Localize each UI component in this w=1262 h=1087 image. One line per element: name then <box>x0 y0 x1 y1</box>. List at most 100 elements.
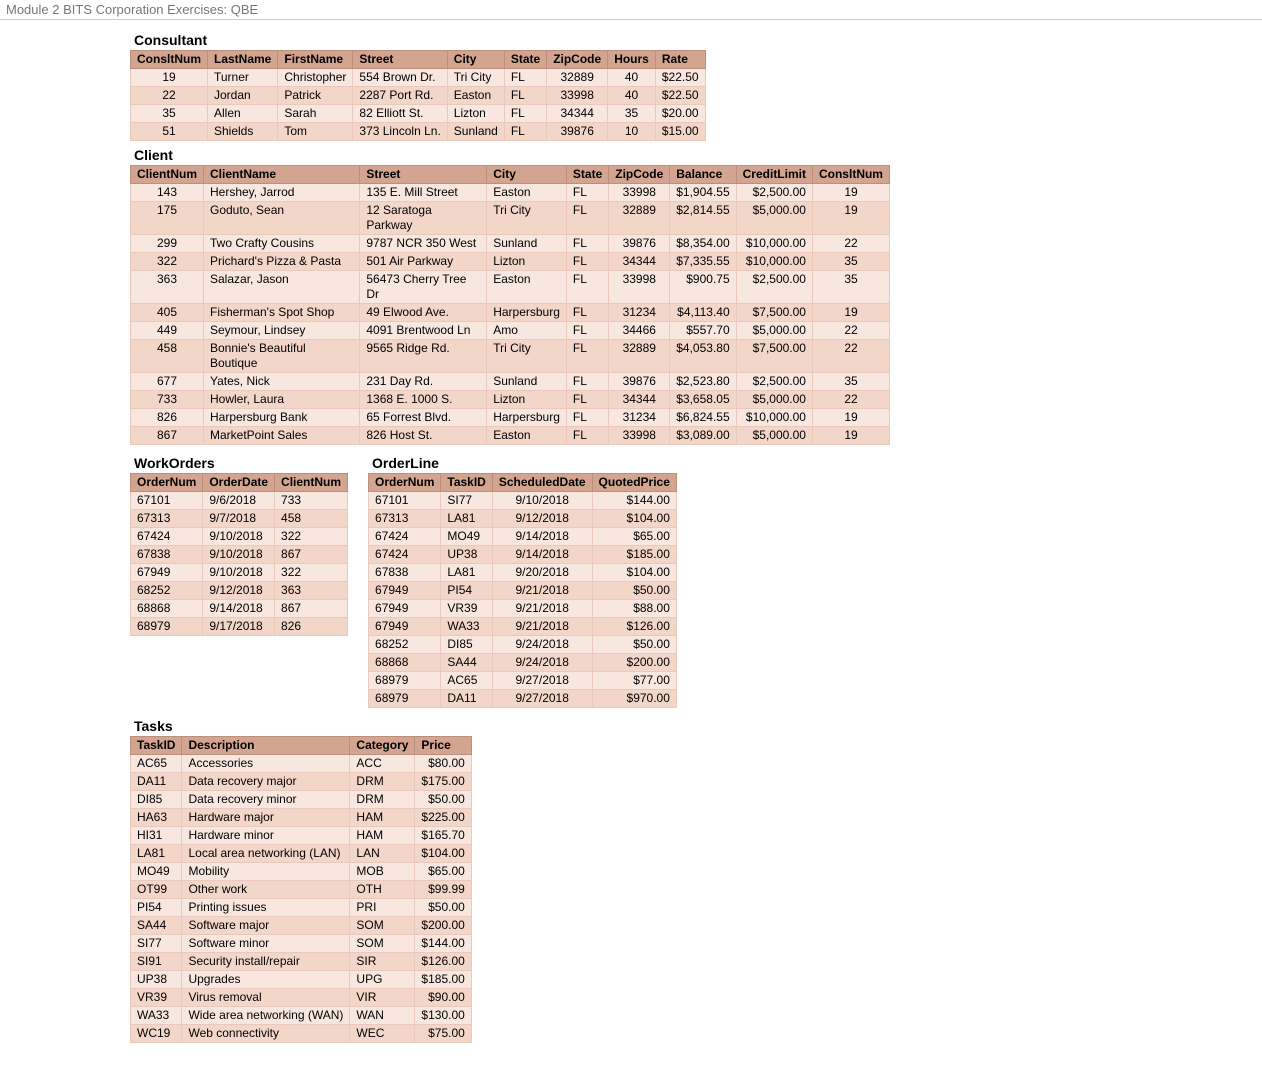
orderline-cell: LA81 <box>441 510 492 528</box>
client-cell: 322 <box>131 253 204 271</box>
consultant-cell: Lizton <box>447 105 504 123</box>
client-cell: Fisherman's Spot Shop <box>204 304 360 322</box>
client-cell: FL <box>566 271 608 304</box>
client-cell: 22 <box>812 235 889 253</box>
workorders-cell: 322 <box>275 564 348 582</box>
client-cell: Salazar, Jason <box>204 271 360 304</box>
tasks-table: TaskIDDescriptionCategoryPrice AC65Acces… <box>130 736 472 1043</box>
orderline-cell: 67101 <box>369 492 441 510</box>
tasks-cell: Upgrades <box>182 971 350 989</box>
client-cell: Lizton <box>487 253 567 271</box>
orderline-header-cell: TaskID <box>441 474 492 492</box>
table-row: 67949PI549/21/2018$50.00 <box>369 582 677 600</box>
client-cell: $2,814.55 <box>670 202 736 235</box>
table-row: 22JordanPatrick2287 Port Rd.EastonFL3399… <box>131 87 706 105</box>
consultant-header-cell: Hours <box>608 51 656 69</box>
consultant-cell: 19 <box>131 69 208 87</box>
consultant-table: ConsltNumLastNameFirstNameStreetCityStat… <box>130 50 706 141</box>
client-cell: Easton <box>487 184 567 202</box>
tasks-cell: HI31 <box>131 827 182 845</box>
table-row: 67949WA339/21/2018$126.00 <box>369 618 677 636</box>
table-row: 673139/7/2018458 <box>131 510 348 528</box>
consultant-cell: 35 <box>608 105 656 123</box>
tasks-header-cell: Description <box>182 737 350 755</box>
table-row: 405Fisherman's Spot Shop49 Elwood Ave.Ha… <box>131 304 890 322</box>
table-row: 671019/6/2018733 <box>131 492 348 510</box>
orderline-cell: 9/20/2018 <box>492 564 592 582</box>
client-cell: 9565 Ridge Rd. <box>360 340 487 373</box>
table-row: 458Bonnie's Beautiful Boutique9565 Ridge… <box>131 340 890 373</box>
client-cell: Harpersburg <box>487 304 567 322</box>
tasks-cell: $200.00 <box>415 917 471 935</box>
client-cell: 31234 <box>609 409 670 427</box>
workorders-title: WorkOrders <box>134 455 348 471</box>
consultant-cell: $22.50 <box>655 69 705 87</box>
client-cell: $4,053.80 <box>670 340 736 373</box>
orderline-header-row: OrderNumTaskIDScheduledDateQuotedPrice <box>369 474 677 492</box>
tasks-cell: Data recovery minor <box>182 791 350 809</box>
client-cell: 22 <box>812 322 889 340</box>
consultant-cell: Turner <box>208 69 278 87</box>
client-cell: 405 <box>131 304 204 322</box>
tasks-cell: Software major <box>182 917 350 935</box>
tasks-cell: MOB <box>350 863 415 881</box>
consultant-cell: FL <box>504 69 546 87</box>
consultant-cell: 32889 <box>547 69 608 87</box>
client-cell: 31234 <box>609 304 670 322</box>
table-row: 867MarketPoint Sales826 Host St.EastonFL… <box>131 427 890 445</box>
tasks-cell: SI77 <box>131 935 182 953</box>
table-row: 67101SI779/10/2018$144.00 <box>369 492 677 510</box>
client-cell: $2,500.00 <box>736 184 812 202</box>
table-row: HI31Hardware minorHAM$165.70 <box>131 827 472 845</box>
client-cell: FL <box>566 322 608 340</box>
orderline-header-cell: OrderNum <box>369 474 441 492</box>
consultant-header-cell: FirstName <box>278 51 353 69</box>
table-row: WA33Wide area networking (WAN)WAN$130.00 <box>131 1007 472 1025</box>
orderline-cell: 9/24/2018 <box>492 654 592 672</box>
consultant-header-cell: ZipCode <box>547 51 608 69</box>
orderline-header-cell: ScheduledDate <box>492 474 592 492</box>
consultant-cell: Tom <box>278 123 353 141</box>
workorders-cell: 9/10/2018 <box>203 546 275 564</box>
tasks-header-row: TaskIDDescriptionCategoryPrice <box>131 737 472 755</box>
orderline-cell: $104.00 <box>592 564 676 582</box>
orderline-cell: 67424 <box>369 528 441 546</box>
tasks-cell: HAM <box>350 827 415 845</box>
table-row: UP38UpgradesUPG$185.00 <box>131 971 472 989</box>
client-cell: FL <box>566 202 608 235</box>
tasks-cell: LAN <box>350 845 415 863</box>
workorders-cell: 67101 <box>131 492 203 510</box>
client-cell: Easton <box>487 271 567 304</box>
consultant-cell: 35 <box>131 105 208 123</box>
workorders-cell: 67949 <box>131 564 203 582</box>
client-cell: $1,904.55 <box>670 184 736 202</box>
orderline-cell: 68979 <box>369 672 441 690</box>
table-row: PI54Printing issuesPRI$50.00 <box>131 899 472 917</box>
consultant-cell: 40 <box>608 69 656 87</box>
consultant-header-row: ConsltNumLastNameFirstNameStreetCityStat… <box>131 51 706 69</box>
client-cell: $8,354.00 <box>670 235 736 253</box>
workorders-header-cell: ClientNum <box>275 474 348 492</box>
orderline-title: OrderLine <box>372 455 677 471</box>
client-cell: 135 E. Mill Street <box>360 184 487 202</box>
tasks-cell: PI54 <box>131 899 182 917</box>
consultant-cell: 39876 <box>547 123 608 141</box>
tasks-cell: $80.00 <box>415 755 471 773</box>
consultant-cell: Allen <box>208 105 278 123</box>
client-cell: FL <box>566 253 608 271</box>
client-cell: $10,000.00 <box>736 235 812 253</box>
orderline-cell: $65.00 <box>592 528 676 546</box>
consultant-header-cell: City <box>447 51 504 69</box>
orderline-cell: $88.00 <box>592 600 676 618</box>
workorders-header-row: OrderNumOrderDateClientNum <box>131 474 348 492</box>
tasks-cell: Hardware minor <box>182 827 350 845</box>
orderline-cell: $185.00 <box>592 546 676 564</box>
table-row: 674249/10/2018322 <box>131 528 348 546</box>
tasks-cell: Web connectivity <box>182 1025 350 1043</box>
consultant-header-cell: State <box>504 51 546 69</box>
orderline-cell: $104.00 <box>592 510 676 528</box>
client-cell: 12 Saratoga Parkway <box>360 202 487 235</box>
client-cell: Hershey, Jarrod <box>204 184 360 202</box>
table-row: 68979DA119/27/2018$970.00 <box>369 690 677 708</box>
table-row: 67838LA819/20/2018$104.00 <box>369 564 677 582</box>
